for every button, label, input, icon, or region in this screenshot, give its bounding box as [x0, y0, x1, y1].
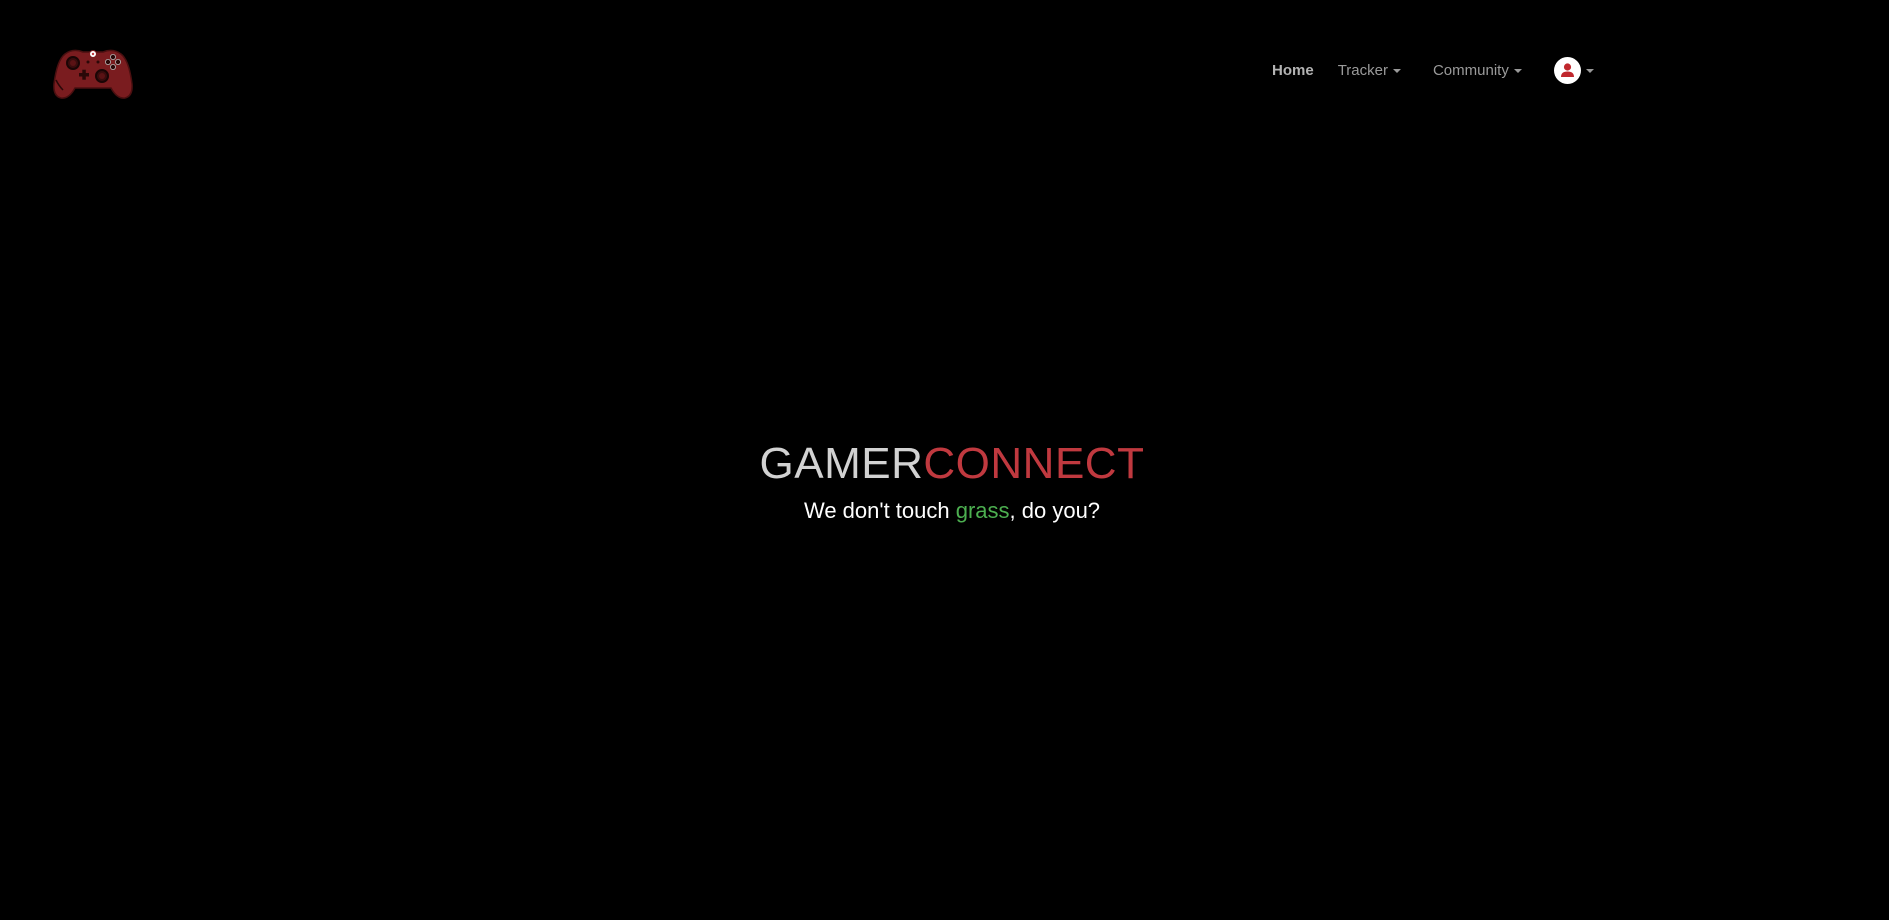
tagline-text-start: We don't touch	[803, 498, 956, 523]
brand-title-connect: CONNECT	[923, 439, 1145, 488]
user-avatar-icon	[1553, 56, 1581, 84]
page: Home Tracker Community GAMERCONNECT We d…	[0, 0, 1889, 920]
nav-tracker-label: Tracker	[1337, 61, 1388, 79]
nav-community-dropdown[interactable]: Community	[1433, 62, 1522, 79]
chevron-down-icon	[1513, 69, 1522, 73]
tagline: We don't touch grass, do you?	[0, 497, 1889, 525]
main-nav: Home Tracker Community	[1262, 55, 1594, 85]
nav-community-label: Community	[1432, 61, 1509, 79]
nav-tracker-dropdown[interactable]: Tracker	[1338, 62, 1401, 79]
brand-title-gamer: GAMER	[759, 439, 924, 488]
nav-home-link[interactable]: Home	[1272, 62, 1314, 79]
tagline-text-end: , do you?	[1009, 498, 1101, 523]
tagline-accent-word: grass	[955, 498, 1010, 523]
hero-section: GAMERCONNECT We don't touch grass, do yo…	[0, 434, 1889, 525]
brand-title: GAMERCONNECT	[0, 434, 1889, 494]
gamepad-logo-icon[interactable]	[53, 46, 133, 100]
nav-home-label: Home	[1272, 61, 1314, 79]
user-menu-dropdown[interactable]	[1553, 56, 1594, 84]
chevron-down-icon	[1585, 69, 1594, 73]
chevron-down-icon	[1392, 69, 1401, 73]
